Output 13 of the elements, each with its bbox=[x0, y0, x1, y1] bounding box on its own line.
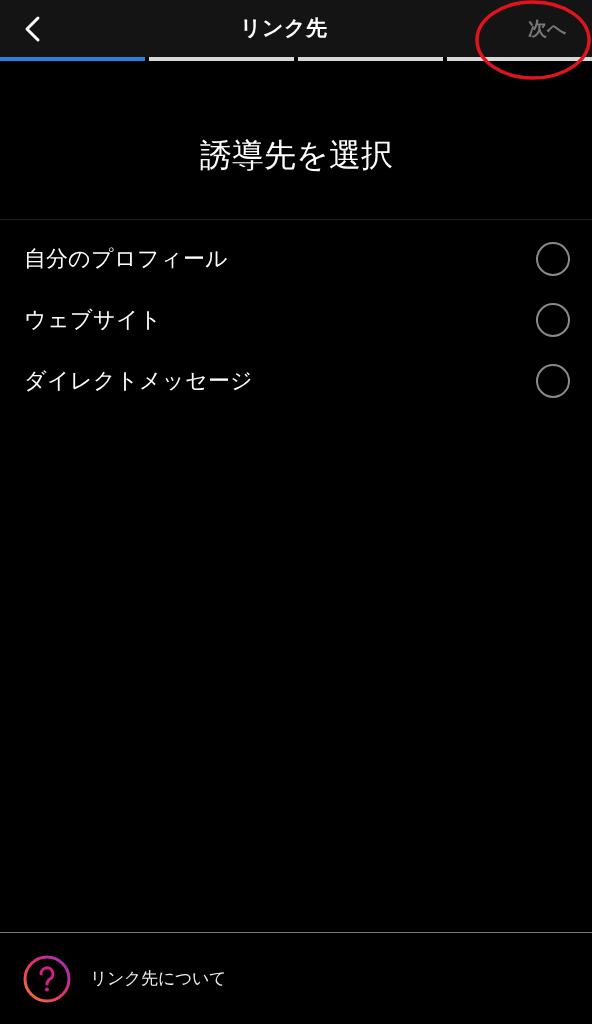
option-label: ウェブサイト bbox=[24, 306, 162, 334]
help-icon[interactable] bbox=[22, 953, 72, 1004]
radio-button[interactable] bbox=[536, 363, 570, 398]
radio-button[interactable] bbox=[536, 241, 570, 276]
section-heading: 誘導先を選択 bbox=[198, 135, 394, 176]
option-row[interactable]: ウェブサイト bbox=[0, 289, 592, 350]
option-row[interactable]: ダイレクトメッセージ bbox=[0, 350, 592, 411]
radio-button[interactable] bbox=[536, 302, 570, 337]
option-label: ダイレクトメッセージ bbox=[24, 367, 253, 395]
screen-title: リンク先 bbox=[239, 14, 327, 42]
option-row[interactable]: 自分のプロフィール bbox=[0, 228, 592, 289]
option-label: 自分のプロフィール bbox=[24, 245, 228, 273]
help-link[interactable]: リンク先について bbox=[90, 965, 226, 992]
